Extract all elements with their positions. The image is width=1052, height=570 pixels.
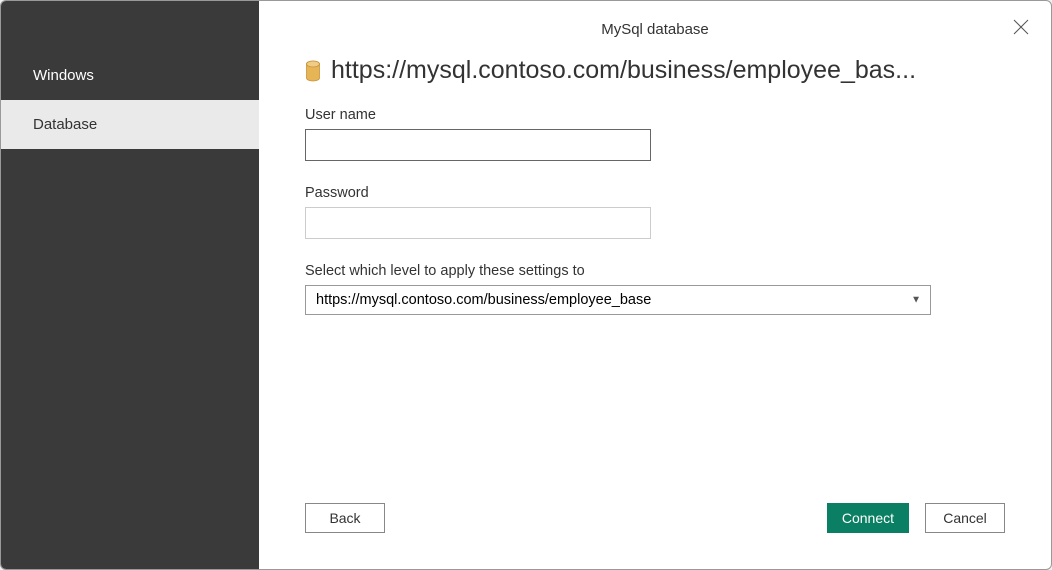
back-button[interactable]: Back — [305, 503, 385, 533]
username-field-block: User name — [305, 107, 1005, 161]
database-icon — [305, 60, 321, 82]
sidebar-item-label: Database — [33, 116, 97, 133]
password-label: Password — [305, 185, 1005, 201]
form-content: https://mysql.contoso.com/business/emplo… — [259, 56, 1051, 503]
sidebar-item-windows[interactable]: Windows — [1, 51, 259, 100]
level-select[interactable]: https://mysql.contoso.com/business/emplo… — [305, 285, 931, 315]
username-label: User name — [305, 107, 1005, 123]
connect-button[interactable]: Connect — [827, 503, 909, 533]
auth-method-sidebar: Windows Database — [1, 1, 259, 569]
level-field-block: Select which level to apply these settin… — [305, 263, 1005, 315]
sidebar-item-label: Windows — [33, 67, 94, 84]
level-select-wrap: https://mysql.contoso.com/business/emplo… — [305, 285, 931, 315]
close-icon — [1013, 19, 1029, 35]
datasource-url-row: https://mysql.contoso.com/business/emplo… — [305, 56, 1005, 85]
password-field-block: Password — [305, 185, 1005, 239]
dialog-title: MySql database — [259, 1, 1051, 56]
sidebar-item-database[interactable]: Database — [1, 100, 259, 149]
cancel-button[interactable]: Cancel — [925, 503, 1005, 533]
footer-actions: Connect Cancel — [827, 503, 1005, 533]
dialog-footer: Back Connect Cancel — [259, 503, 1051, 569]
username-input[interactable] — [305, 129, 651, 161]
password-input[interactable] — [305, 207, 651, 239]
main-panel: MySql database https://mysql.contoso.com… — [259, 1, 1051, 569]
close-button[interactable] — [1009, 15, 1033, 39]
level-label: Select which level to apply these settin… — [305, 263, 1005, 279]
datasource-url: https://mysql.contoso.com/business/emplo… — [331, 56, 1005, 85]
auth-dialog: Windows Database MySql database https://… — [0, 0, 1052, 570]
